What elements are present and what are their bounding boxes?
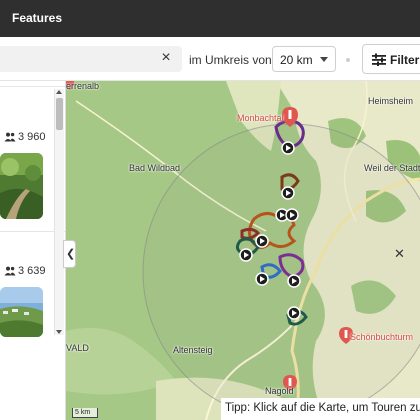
map-label-heimsheim: Heimsheim — [368, 96, 414, 106]
map-label-herrenalb: errenalb — [66, 81, 100, 91]
tour-thumbnail[interactable] — [0, 153, 43, 219]
filter-bar: × im Umkreis von 20 km Filter — [0, 37, 420, 81]
sliders-icon — [372, 53, 386, 66]
list-divider — [0, 86, 65, 87]
chevron-left-icon: ❮ — [66, 248, 76, 260]
scroll-up-arrow[interactable] — [56, 90, 62, 94]
map-label-bad-wildbad: Bad Wildbad — [129, 163, 181, 173]
close-icon[interactable]: × — [158, 50, 174, 66]
play-icon[interactable] — [281, 141, 295, 155]
scroll-down-arrow[interactable] — [56, 330, 62, 334]
map-label-nagold: Nagold — [265, 386, 294, 396]
list-item-count: 3 960 — [4, 131, 46, 143]
map-label-monbachtal: Monbachtal — [237, 113, 284, 123]
filter-button[interactable]: Filter — [362, 44, 420, 74]
map-label-altensteig: Altensteig — [173, 345, 213, 355]
location-search-input[interactable] — [0, 46, 182, 72]
map-label-wald: VALD — [66, 343, 89, 353]
tour-list: 3 960 3 639 — [0, 81, 66, 420]
separator-dot — [346, 58, 350, 62]
chevron-down-icon — [320, 57, 328, 62]
list-item-count: 3 639 — [4, 265, 46, 277]
play-icon[interactable] — [287, 306, 301, 320]
map-canvas[interactable]: ✕ — [66, 81, 420, 420]
list-scrollbar[interactable] — [54, 89, 64, 335]
play-icon[interactable] — [287, 274, 301, 288]
filter-button-label: Filter — [390, 53, 420, 67]
download-count: 3 639 — [18, 265, 46, 277]
map-tip: Tipp: Klick auf die Karte, um Touren zu … — [221, 398, 420, 420]
people-icon — [4, 132, 16, 142]
play-icon[interactable] — [281, 186, 295, 200]
play-icon[interactable] — [239, 248, 253, 262]
play-icon[interactable] — [255, 234, 269, 248]
scrollbar-thumb[interactable] — [56, 98, 63, 130]
app-header: Features — [0, 0, 420, 37]
map-label-schoenbuchturm: Schönbuchturm — [350, 332, 414, 342]
page-title: Features — [12, 11, 63, 25]
play-icon[interactable] — [285, 208, 299, 222]
radius-value: 20 km — [280, 53, 313, 67]
map-label-weil-der-stadt: Weil der Stadt — [364, 163, 420, 173]
radius-label: im Umkreis von — [189, 53, 272, 67]
tour-thumbnail[interactable] — [0, 287, 43, 337]
map-view[interactable]: ✕ errenalb Monbachtal Heimsheim Bad Wild… — [66, 81, 420, 420]
collapse-panel-button[interactable]: ❮ — [63, 240, 76, 268]
radius-select[interactable]: 20 km — [272, 46, 336, 72]
play-icon[interactable] — [255, 272, 269, 286]
download-count: 3 960 — [18, 131, 46, 143]
map-center-marker: ✕ — [394, 246, 405, 261]
map-scale: 5 km — [72, 408, 98, 418]
people-icon — [4, 266, 16, 276]
